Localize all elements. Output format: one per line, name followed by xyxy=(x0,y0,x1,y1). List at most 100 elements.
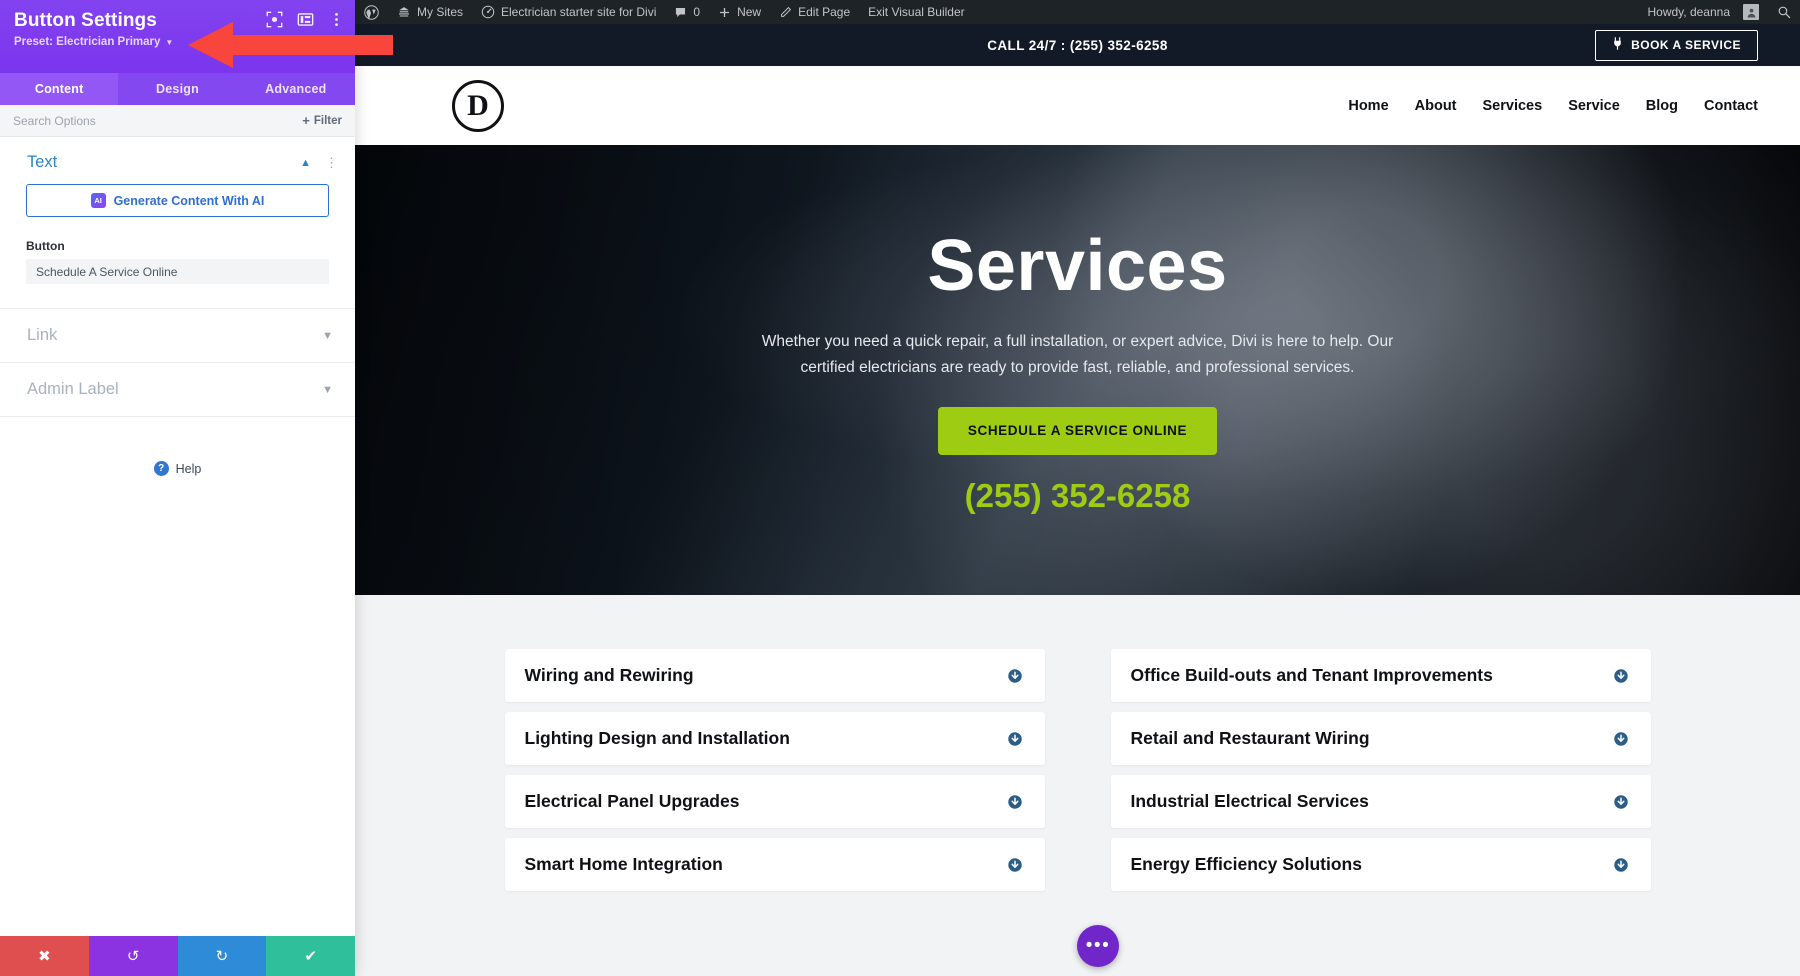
circle-arrow-down-icon[interactable] xyxy=(1613,857,1629,873)
comment-icon xyxy=(674,6,687,19)
panel-preset-selector[interactable]: Preset: Electrician Primary ▼ xyxy=(14,36,341,48)
circle-arrow-down-icon[interactable] xyxy=(1007,731,1023,747)
nav-item-home[interactable]: Home xyxy=(1348,98,1388,114)
plus-icon: + xyxy=(302,113,310,128)
chevron-up-icon[interactable]: ▲ xyxy=(300,157,311,169)
nav-item-blog[interactable]: Blog xyxy=(1646,98,1678,114)
wp-item-my-sites[interactable]: My Sites xyxy=(388,0,472,24)
panel-preset-label: Preset: Electrician Primary xyxy=(14,36,161,48)
accordion-item[interactable]: Energy Efficiency Solutions xyxy=(1110,838,1651,891)
hero-paragraph: Whether you need a quick repair, a full … xyxy=(761,333,1394,376)
undo-button[interactable]: ↺ xyxy=(88,936,178,976)
wp-item-site-name[interactable]: Electrician starter site for Divi xyxy=(472,0,665,24)
wp-item-label: Electrician starter site for Divi xyxy=(501,5,657,19)
wp-admin-bar: My Sites Electrician starter site for Di… xyxy=(355,0,1800,24)
panel-tabs: Content Design Advanced xyxy=(0,73,355,105)
chevron-down-icon: ▼ xyxy=(165,37,174,47)
accordion-title: Retail and Restaurant Wiring xyxy=(1130,728,1370,748)
panel-header-icons xyxy=(266,11,345,28)
filter-button[interactable]: + Filter xyxy=(302,114,342,127)
accordion-title: Office Build-outs and Tenant Improvement… xyxy=(1130,665,1493,685)
dashboard-icon xyxy=(481,5,495,19)
button-text-input[interactable] xyxy=(26,259,329,284)
accordion-title: Wiring and Rewiring xyxy=(524,665,694,685)
services-right-column: Office Build-outs and Tenant Improvement… xyxy=(1110,649,1651,891)
wp-logo-button[interactable] xyxy=(355,0,388,24)
wp-account-menu[interactable]: Howdy, deanna xyxy=(1639,0,1769,24)
section-link-header[interactable]: Link ▼ xyxy=(0,309,355,363)
accordion-item[interactable]: Retail and Restaurant Wiring xyxy=(1110,712,1651,765)
hero-phone-number[interactable]: (255) 352-6258 xyxy=(965,477,1191,515)
section-text-header[interactable]: Text ▲ ⋮ xyxy=(0,137,355,182)
circle-arrow-down-icon[interactable] xyxy=(1007,794,1023,810)
pencil-icon xyxy=(779,6,792,19)
wp-item-label: 0 xyxy=(693,5,701,19)
wp-item-comments[interactable]: 0 xyxy=(665,0,709,24)
search-input[interactable] xyxy=(13,113,303,128)
generate-content-with-ai-button[interactable]: AI Generate Content With AI xyxy=(26,184,329,217)
wp-admin-bar-right: Howdy, deanna xyxy=(1639,0,1800,24)
section-admin-label-header[interactable]: Admin Label ▼ xyxy=(0,363,355,417)
accordion-item[interactable]: Lighting Design and Installation xyxy=(504,712,1045,765)
tab-design[interactable]: Design xyxy=(118,73,236,105)
tab-advanced[interactable]: Advanced xyxy=(237,73,355,105)
circle-arrow-down-icon[interactable] xyxy=(1007,668,1023,684)
tab-content[interactable]: Content xyxy=(0,73,119,105)
accordion-title: Smart Home Integration xyxy=(524,854,723,874)
topbar-phone-text: CALL 24/7 : (255) 352-6258 xyxy=(987,37,1168,53)
nav-item-services[interactable]: Services xyxy=(1483,98,1543,114)
kebab-menu-icon[interactable] xyxy=(328,11,345,28)
wp-search-button[interactable] xyxy=(1768,0,1800,24)
save-button[interactable]: ✔ xyxy=(266,936,355,976)
focus-target-icon[interactable] xyxy=(266,11,283,28)
site-logo[interactable]: D xyxy=(452,79,504,132)
chevron-down-icon[interactable]: ▼ xyxy=(322,330,333,342)
question-mark-icon: ? xyxy=(153,461,169,476)
circle-arrow-down-icon[interactable] xyxy=(1613,731,1629,747)
site-preview: CALL 24/7 : (255) 352-6258 BOOK A SERVIC… xyxy=(355,24,1800,976)
wp-item-label: Edit Page xyxy=(798,5,851,19)
book-a-service-button[interactable]: BOOK A SERVICE xyxy=(1595,29,1758,61)
help-label: Help xyxy=(175,461,202,476)
services-accordion-section: Wiring and Rewiring Lighting Design and … xyxy=(355,595,1800,891)
plug-icon xyxy=(1612,37,1623,53)
hero-heading: Services xyxy=(927,226,1228,307)
book-button-label: BOOK A SERVICE xyxy=(1631,38,1741,52)
layout-columns-icon[interactable] xyxy=(297,11,314,28)
nav-item-about[interactable]: About xyxy=(1415,98,1457,114)
search-icon xyxy=(1777,5,1791,19)
kebab-menu-icon[interactable]: ⋮ xyxy=(325,155,339,171)
circle-arrow-down-icon[interactable] xyxy=(1007,857,1023,873)
filter-label: Filter xyxy=(313,114,342,127)
plus-icon xyxy=(718,6,731,19)
wp-admin-bar-left: My Sites Electrician starter site for Di… xyxy=(355,0,974,24)
wp-item-new[interactable]: New xyxy=(709,0,770,24)
divi-floating-menu-button[interactable]: ••• xyxy=(1077,925,1119,967)
panel-search-bar: + Filter xyxy=(0,105,355,137)
nav-item-service[interactable]: Service xyxy=(1568,98,1620,114)
avatar xyxy=(1743,4,1759,20)
section-link-title: Link xyxy=(27,326,58,344)
accordion-item[interactable]: Industrial Electrical Services xyxy=(1110,775,1651,828)
ellipsis-icon: ••• xyxy=(1085,935,1111,956)
help-link[interactable]: ? Help xyxy=(0,461,355,476)
wp-item-label: New xyxy=(737,5,762,19)
accordion-item[interactable]: Wiring and Rewiring xyxy=(504,649,1045,702)
wp-item-edit-page[interactable]: Edit Page xyxy=(770,0,859,24)
redo-button[interactable]: ↻ xyxy=(177,936,267,976)
main-navigation: Home About Services Service Blog Contact xyxy=(1348,98,1758,114)
chevron-down-icon[interactable]: ▼ xyxy=(322,384,333,396)
accordion-item[interactable]: Electrical Panel Upgrades xyxy=(504,775,1045,828)
cancel-button[interactable]: ✖ xyxy=(0,936,89,976)
wp-item-label: My Sites xyxy=(417,5,464,19)
panel-action-bar: ✖ ↺ ↻ ✔ xyxy=(0,936,355,976)
panel-header: Button Settings Preset: Electrician Prim… xyxy=(0,0,355,73)
screen-root: My Sites Electrician starter site for Di… xyxy=(0,0,1800,976)
wp-item-exit-visual-builder[interactable]: Exit Visual Builder xyxy=(859,0,974,24)
accordion-item[interactable]: Smart Home Integration xyxy=(504,838,1045,891)
circle-arrow-down-icon[interactable] xyxy=(1613,668,1629,684)
hero-cta-button[interactable]: SCHEDULE A SERVICE ONLINE xyxy=(937,406,1218,455)
accordion-item[interactable]: Office Build-outs and Tenant Improvement… xyxy=(1110,649,1651,702)
nav-item-contact[interactable]: Contact xyxy=(1704,98,1758,114)
circle-arrow-down-icon[interactable] xyxy=(1613,794,1629,810)
